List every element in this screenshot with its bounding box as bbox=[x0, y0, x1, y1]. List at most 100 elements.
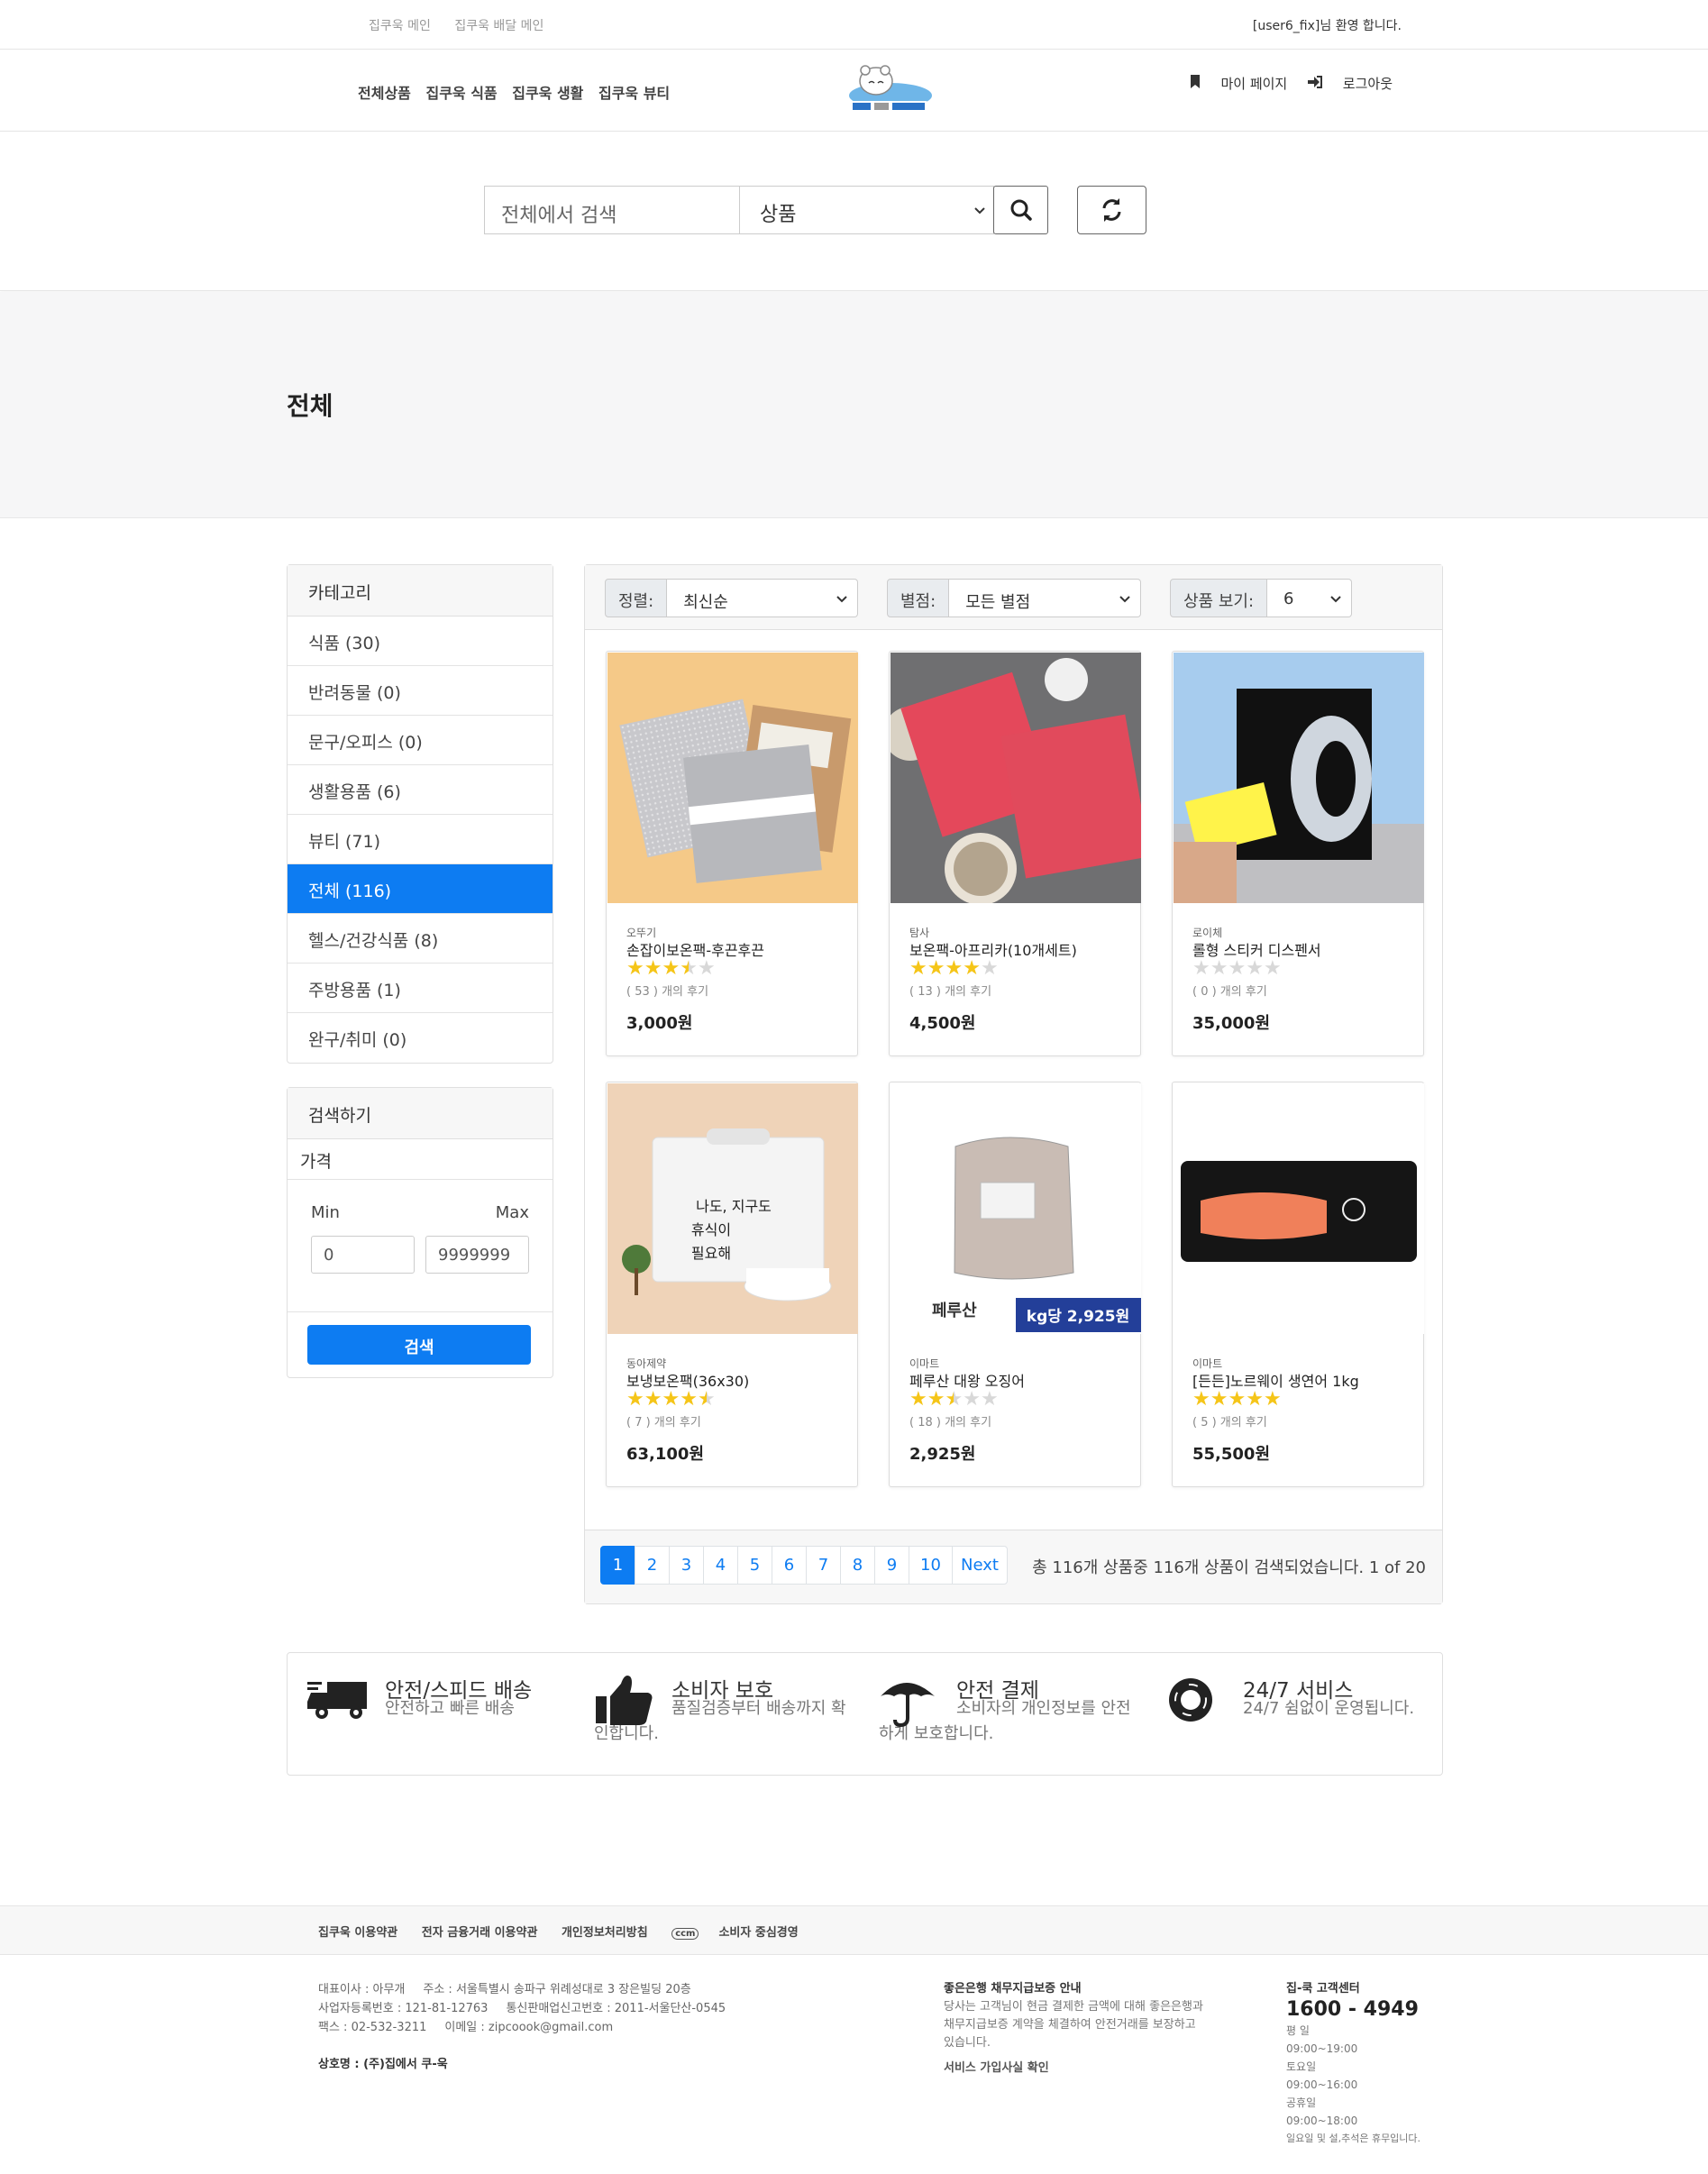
category-item-pet[interactable]: 반려동물 (0) bbox=[288, 666, 553, 716]
min-max-labels: Min Max bbox=[311, 1203, 529, 1222]
product-card[interactable]: 탐사 보온팩-아프리카(10개세트) ★★★★★ ( 13 ) 개의 후기 4,… bbox=[889, 651, 1141, 1056]
product-card[interactable]: 나도, 지구도 휴식이 필요해 동아제약 보냉보온팩(36x30) ★★★★★ … bbox=[606, 1082, 858, 1487]
page-4[interactable]: 4 bbox=[703, 1546, 738, 1585]
chevron-down-icon bbox=[1330, 596, 1341, 603]
sort-select[interactable]: 최신순 bbox=[667, 579, 859, 617]
fax: 팩스 : 02-532-3211 bbox=[318, 2021, 427, 2034]
top-bar: 집쿠욱 메인 집쿠욱 배달 메인 [user6_fix]님 환영 합니다. bbox=[0, 0, 1708, 50]
chevron-down-icon bbox=[836, 596, 847, 603]
category-item-toys[interactable]: 완구/취미 (0) bbox=[288, 1013, 553, 1063]
email: 이메일 : zipcoook@gmail.com bbox=[444, 2021, 614, 2034]
page-2[interactable]: 2 bbox=[635, 1546, 670, 1585]
privacy-link[interactable]: 개인정보처리방침 bbox=[562, 1926, 648, 1940]
rating-stars: ★★★★★ bbox=[909, 1388, 999, 1411]
ccm-label: 소비자 중심경영 bbox=[718, 1926, 799, 1940]
page-6[interactable]: 6 bbox=[772, 1546, 807, 1585]
salmon-image bbox=[1174, 1083, 1424, 1334]
star-icon: ★ bbox=[662, 957, 680, 980]
mypage-link[interactable]: 마이 페이지 bbox=[1190, 75, 1292, 92]
rating-group: 별점: 모든 별점 bbox=[887, 579, 1142, 617]
logout-label: 로그아웃 bbox=[1342, 76, 1393, 92]
product-image[interactable]: 나도, 지구도 휴식이 필요해 bbox=[607, 1083, 858, 1334]
product-image[interactable] bbox=[1174, 653, 1424, 903]
bank-verify-link[interactable]: 서비스 가입사실 확인 bbox=[944, 2060, 1205, 2078]
star-icon: ★ bbox=[1210, 957, 1228, 980]
nav-living[interactable]: 집쿠욱 생활 bbox=[512, 85, 583, 102]
nav-food[interactable]: 집쿠욱 식품 bbox=[425, 85, 497, 102]
sign-out-icon bbox=[1308, 76, 1323, 88]
search-button[interactable] bbox=[993, 186, 1048, 234]
bank-title: 좋은은행 채무지급보증 안내 bbox=[944, 1982, 1082, 1996]
page-1[interactable]: 1 bbox=[600, 1546, 635, 1585]
star-icon: ★ bbox=[644, 957, 662, 980]
squid-image: 페루산 kg당 2,925원 bbox=[891, 1083, 1141, 1334]
delivery-main-link[interactable]: 집쿠욱 배달 메인 bbox=[454, 19, 543, 33]
review-count: ( 0 ) 개의 후기 bbox=[1192, 985, 1267, 999]
page-next[interactable]: Next bbox=[952, 1546, 1008, 1585]
product-card[interactable]: 오뚜기 손잡이보온팩-후끈후끈 ★★★★★ ( 53 ) 개의 후기 3,000… bbox=[606, 651, 858, 1056]
feature-protection: 소비자 보호 품질검증부터 배송까지 확인합니다. bbox=[594, 1673, 855, 1747]
finance-terms-link[interactable]: 전자 금융거래 이용약관 bbox=[422, 1926, 538, 1940]
product-image[interactable] bbox=[1174, 1083, 1424, 1334]
thumbs-up-icon bbox=[596, 1676, 653, 1725]
ccm-badge-icon: ccm bbox=[671, 1928, 699, 1940]
category-item-food[interactable]: 식품 (30) bbox=[288, 617, 553, 666]
page-title: 전체 bbox=[287, 391, 333, 421]
star-icon: ★ bbox=[945, 957, 964, 980]
image-caption-line3: 필요해 bbox=[691, 1245, 731, 1262]
product-card[interactable]: 페루산 kg당 2,925원 이마트 페루산 대왕 오징어 ★★★★★ ( 18… bbox=[889, 1082, 1141, 1487]
star-icon: ★ bbox=[980, 1388, 999, 1411]
nav-beauty[interactable]: 집쿠욱 뷰티 bbox=[598, 85, 670, 102]
star-icon: ★ bbox=[1246, 1388, 1264, 1411]
page-8[interactable]: 8 bbox=[840, 1546, 875, 1585]
service-features: 안전/스피드 배송 안전하고 빠른 배송 소비자 보호 품질검증부터 배송까지 … bbox=[287, 1652, 1443, 1776]
unit-price-label: kg당 2,925원 bbox=[1027, 1308, 1129, 1326]
dispenser-image bbox=[1174, 653, 1424, 903]
category-item-kitchen[interactable]: 주방용품 (1) bbox=[288, 964, 553, 1013]
star-icon: ★ bbox=[644, 1388, 662, 1411]
price-search-button[interactable]: 검색 bbox=[307, 1325, 531, 1365]
cs-phone: 1600 - 4949 bbox=[1286, 1998, 1419, 2021]
site-logo[interactable] bbox=[840, 59, 937, 115]
star-icon: ★ bbox=[945, 1388, 964, 1411]
search-icon bbox=[1010, 199, 1032, 221]
rating-stars: ★★★★★ bbox=[626, 957, 716, 980]
category-item-living[interactable]: 생활용품 (6) bbox=[288, 765, 553, 815]
address: 주소 : 서울특별시 송파구 위례성대로 3 장은빌딩 20층 bbox=[423, 1983, 691, 1996]
product-image[interactable]: 페루산 kg당 2,925원 bbox=[891, 1083, 1141, 1334]
category-item-beauty[interactable]: 뷰티 (71) bbox=[288, 815, 553, 864]
star-icon: ★ bbox=[697, 1388, 716, 1411]
page-9[interactable]: 9 bbox=[874, 1546, 909, 1585]
min-price-input[interactable]: 0 bbox=[311, 1236, 415, 1274]
search-type-select[interactable]: 상품 bbox=[739, 186, 994, 234]
refresh-button[interactable] bbox=[1077, 186, 1146, 234]
category-item-all[interactable]: 전체 (116) bbox=[288, 864, 553, 914]
sidebar: 카테고리 식품 (30) 반려동물 (0) 문구/오피스 (0) 생활용품 (6… bbox=[287, 564, 553, 1378]
star-icon: ★ bbox=[1210, 1388, 1228, 1411]
rating-select[interactable]: 모든 별점 bbox=[949, 579, 1142, 617]
ccm-link[interactable]: ccm 소비자 중심경영 bbox=[671, 1926, 818, 1940]
product-card[interactable]: 이마트 [든든]노르웨이 생연어 1kg ★★★★★ ( 5 ) 개의 후기 5… bbox=[1172, 1082, 1424, 1487]
page-3[interactable]: 3 bbox=[669, 1546, 704, 1585]
product-image[interactable] bbox=[891, 653, 1141, 903]
product-image[interactable] bbox=[607, 653, 858, 903]
rating-value: 모든 별점 bbox=[965, 593, 1031, 612]
pagination-bar: 1 2 3 4 5 6 7 8 9 10 Next 총 116개 상품중 116… bbox=[585, 1530, 1442, 1603]
terms-link[interactable]: 집쿠욱 이용약관 bbox=[318, 1926, 397, 1940]
lifebuoy-icon bbox=[1169, 1678, 1212, 1722]
star-icon: ★ bbox=[963, 957, 981, 980]
product-card[interactable]: 로이체 롤형 스티커 디스펜서 ★★★★★ ( 0 ) 개의 후기 35,000… bbox=[1172, 651, 1424, 1056]
nav-all-products[interactable]: 전체상품 bbox=[358, 85, 411, 102]
page-10[interactable]: 10 bbox=[909, 1546, 953, 1585]
price-label: 가격 bbox=[288, 1139, 553, 1180]
max-price-input[interactable]: 9999999 bbox=[425, 1236, 529, 1274]
star-icon: ★ bbox=[1228, 1388, 1247, 1411]
page-7[interactable]: 7 bbox=[806, 1546, 841, 1585]
view-count-select[interactable]: 6 bbox=[1267, 579, 1353, 617]
category-item-health[interactable]: 헬스/건강식품 (8) bbox=[288, 914, 553, 964]
category-item-office[interactable]: 문구/오피스 (0) bbox=[288, 716, 553, 765]
logout-link[interactable]: 로그아웃 bbox=[1308, 76, 1393, 92]
page-5[interactable]: 5 bbox=[737, 1546, 772, 1585]
search-input[interactable]: 전체에서 검색 bbox=[484, 186, 740, 234]
main-link[interactable]: 집쿠욱 메인 bbox=[369, 19, 431, 33]
